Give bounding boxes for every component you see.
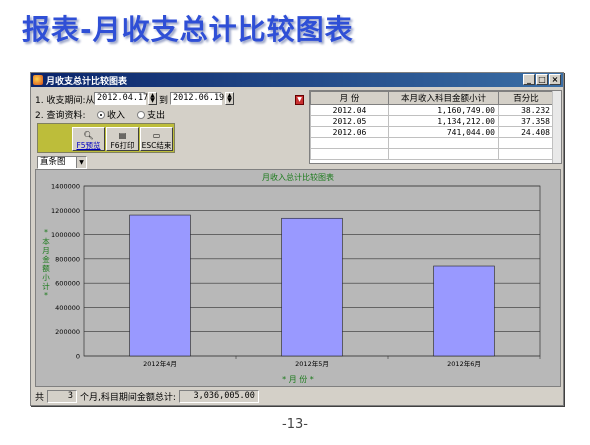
status-suffix: 个月,科目期间金额总计: (80, 393, 176, 403)
y-tick-label: 1400000 (51, 183, 80, 191)
period-label: 1. 收支期间:从 (35, 96, 95, 106)
door-icon: ▭ (152, 131, 161, 140)
y-tick-label: 1000000 (51, 231, 80, 239)
date-to-field[interactable]: 2012.06.19 (170, 92, 224, 105)
exit-button[interactable]: ▭ ESC结束 (140, 127, 173, 151)
printer-icon: ▤ (118, 131, 127, 140)
expense-radio[interactable]: 支出 (137, 108, 165, 121)
magnifier-icon: 🔍︎ (83, 131, 94, 140)
chart-title: 月收入总计比较图表 (262, 172, 334, 182)
y-label-char: 计 (42, 281, 50, 291)
window-title: 月收支总计比较图表 (46, 76, 128, 87)
date-from-field[interactable]: 2012.04.17 (94, 92, 148, 105)
chart-type-select[interactable]: 直条图 ▼ (37, 156, 87, 169)
chart-xlabel: * 月 份 * (282, 374, 314, 384)
cell-percent: 24.408 (498, 126, 554, 138)
y-label-char: * (44, 291, 48, 300)
date-from-spinner[interactable]: ▲ ▼ (148, 92, 157, 105)
status-bar: 共 3 个月,科目期间金额总计: 3,036,005.00 (35, 390, 259, 403)
bar-chart: 月收入总计比较图表 * 月 份 * *本月金额小计* 0200000400000… (42, 172, 541, 384)
y-label-char: 金 (42, 254, 50, 264)
expense-radio-dot (137, 111, 145, 119)
table-row[interactable] (310, 148, 554, 160)
y-tick-label: 200000 (55, 328, 80, 336)
header-amount[interactable]: 本月收入科目金额小计 (388, 91, 499, 105)
y-tick-label: 800000 (55, 255, 80, 263)
preview-button[interactable]: 🔍︎ F5预览 (72, 127, 105, 151)
header-month[interactable]: 月 份 (310, 91, 389, 105)
cell-amount: 1,134,212.00 (388, 115, 499, 127)
x-tick-label: 2012年4月 (143, 359, 177, 368)
cell-month: 2012.05 (310, 115, 389, 127)
bar (433, 265, 495, 357)
page-number: -13- (282, 417, 308, 432)
maximize-button[interactable]: □ (536, 74, 548, 85)
table-row[interactable]: 2012.04 1,160,749.00 38.232 (310, 104, 554, 116)
summary-table: 月 份 本月收入科目金额小计 百分比 2012.04 1,160,749.00 … (309, 90, 562, 164)
expense-label: 支出 (147, 111, 166, 121)
chart-ylabel: *本月金额小计* (42, 228, 50, 300)
table-scrollbar[interactable] (552, 91, 561, 163)
print-button[interactable]: ▤ F6打印 (106, 127, 139, 151)
toolbar-panel: 🔍︎ F5预览 ▤ F6打印 ▭ ESC结束 (37, 123, 175, 153)
query-label: 2. 查询资料: (35, 111, 86, 121)
cell-month: 2012.06 (310, 126, 389, 138)
arrow-down-icon[interactable]: ▼ (295, 95, 304, 105)
y-label-char: 本 (42, 236, 50, 246)
window-titlebar[interactable]: 月收支总计比较图表 _ □ × (31, 73, 563, 87)
income-radio[interactable]: 收入 (97, 108, 125, 121)
cell-month: 2012.04 (310, 104, 389, 116)
app-icon (33, 75, 43, 85)
bar (129, 214, 191, 357)
chart-panel: 月收入总计比较图表 * 月 份 * * 本月金额小计 * 0 200000 400000… (35, 169, 561, 387)
x-tick-label: 2012年5月 (295, 359, 329, 368)
bar (281, 217, 343, 357)
cell-percent: 38.232 (498, 104, 554, 116)
y-label-char: * (44, 228, 48, 237)
x-tick-label: 2012年6月 (447, 359, 481, 368)
minimize-button[interactable]: _ (523, 74, 535, 85)
y-tick-label: 600000 (55, 280, 80, 288)
cell-percent: 37.358 (498, 115, 554, 127)
cell-amount: 1,160,749.00 (388, 104, 499, 116)
total-amount: 3,036,005.00 (178, 390, 259, 403)
close-button[interactable]: × (549, 74, 561, 85)
y-tick-label: 0 (76, 353, 80, 361)
chevron-down-icon: ▼ (76, 157, 86, 168)
y-label-char: 小 (42, 273, 50, 282)
report-window: 月收支总计比较图表 _ □ × 1. 收支期间:从 2012.04.17 ▲ ▼ … (30, 72, 564, 406)
y-label-char: 额 (42, 263, 50, 273)
table-row[interactable] (310, 137, 554, 149)
date-to-spinner[interactable]: ▲ ▼ (225, 92, 234, 105)
month-count: 3 (47, 390, 78, 403)
status-prefix: 共 (35, 393, 45, 403)
table-row[interactable]: 2012.06 741,044.00 24.408 (310, 126, 554, 138)
slide-title: 报表-月收支总计比较图表 (22, 13, 354, 46)
y-tick-label: 400000 (55, 304, 80, 312)
table-row[interactable]: 2012.05 1,134,212.00 37.358 (310, 115, 554, 127)
cell-amount: 741,044.00 (388, 126, 499, 138)
income-radio-dot (97, 111, 105, 119)
income-label: 收入 (107, 111, 126, 121)
y-label-char: 月 (42, 246, 50, 255)
to-label: 到 (159, 96, 169, 106)
header-percent[interactable]: 百分比 (498, 91, 554, 105)
y-tick-label: 1200000 (51, 207, 80, 215)
